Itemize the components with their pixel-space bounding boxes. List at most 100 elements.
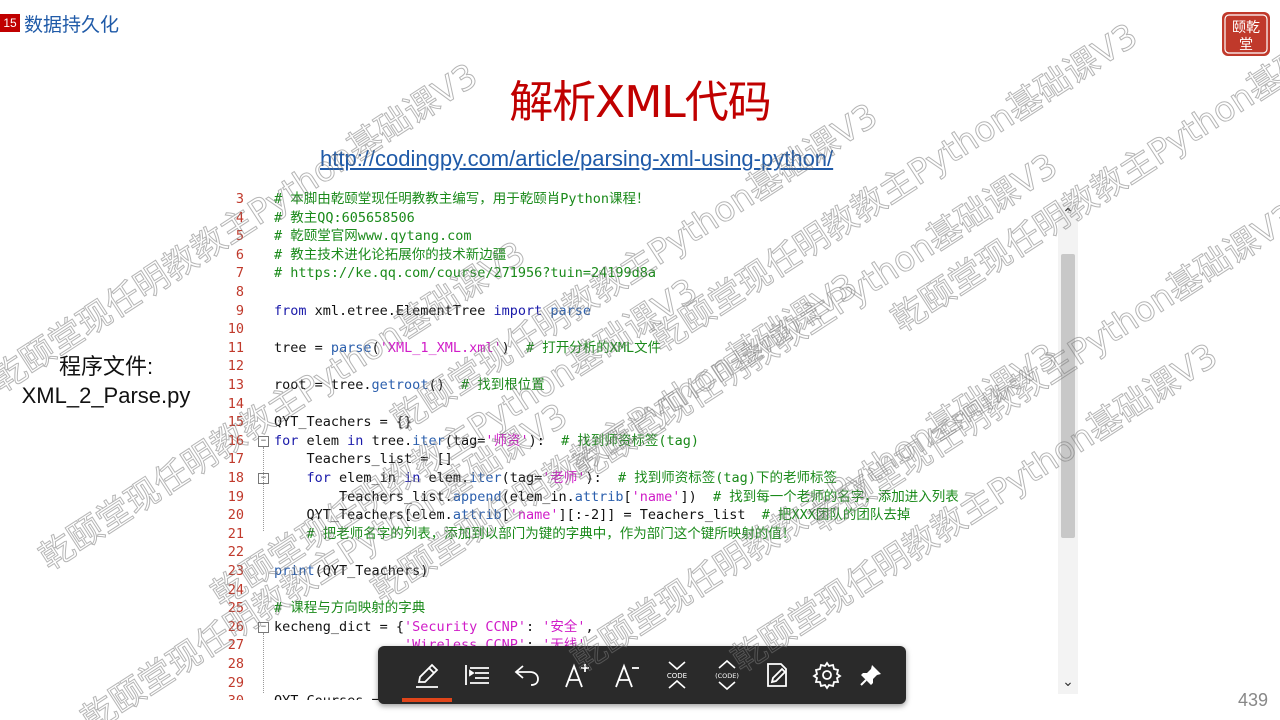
scroll-thumb[interactable] [1061, 254, 1075, 538]
code-token: for [306, 470, 331, 486]
notes-button[interactable] [752, 646, 802, 704]
font-decrease-icon [615, 663, 639, 688]
code-line[interactable]: 17 Teachers_list = [] [218, 450, 1078, 469]
code-token: iter [469, 470, 502, 486]
line-number: 3 [235, 191, 244, 207]
font-increase-button[interactable] [552, 646, 602, 704]
line-number: 10 [227, 321, 244, 338]
font-increase-icon [565, 663, 589, 688]
code-line[interactable]: 26 − kecheng_dict = {'Security CCNP': '安全'… [218, 618, 1078, 637]
editor-scrollbar[interactable]: ⌃ ⌄ [1058, 202, 1078, 694]
code-line[interactable]: 5 # 乾颐堂官网www.qytang.com [218, 227, 1078, 246]
scroll-up-icon[interactable]: ⌃ [1058, 204, 1078, 224]
pencil-icon [416, 663, 439, 688]
code-line[interactable]: 10 [218, 320, 1078, 339]
code-token: attrib [452, 507, 502, 524]
code-text: from xml.etree.ElementTree import parse [274, 302, 591, 321]
expand-code-icon: (CODE) [715, 659, 739, 691]
code-line[interactable]: 12 [218, 357, 1078, 376]
collapse-code-button[interactable]: CODE [652, 646, 702, 704]
settings-button[interactable] [802, 646, 852, 704]
code-token: '师资' [485, 432, 529, 449]
code-token: iter [412, 432, 445, 449]
code-line[interactable]: 21 # 把老师名字的列表，添加到以部门为键的字典中，作为部门这个键所映射的值！ [218, 525, 1078, 544]
code-token: ) [501, 339, 526, 356]
code-token: # 乾颐堂官网www.qytang.com [274, 228, 472, 245]
code-token: : [525, 618, 543, 635]
code-line[interactable]: 4 # 教主QQ:605658506 [218, 209, 1078, 228]
article-url-link[interactable]: http://codingpy.com/article/parsing-xml-… [320, 146, 833, 172]
code-text: QYT_Teachers = {} [274, 413, 412, 432]
code-token: elem_in [330, 470, 405, 486]
code-text: root = tree.getroot() # 找到根位置 [274, 376, 545, 395]
program-file-name: XML_2_Parse.py [21, 383, 191, 408]
code-line[interactable]: 13 root = tree.getroot() # 找到根位置 [218, 376, 1078, 395]
code-line[interactable]: 24 [218, 581, 1078, 600]
code-token: # 本脚由乾颐堂现任明教教主编写，用于乾颐肖Python课程！ [274, 191, 650, 207]
code-line[interactable]: 22 [218, 543, 1078, 562]
code-text: Teachers_list.append(elem_in.attrib['nam… [274, 488, 959, 507]
code-line[interactable]: 20 QYT_Teachers[elem.attrib['name'][:-2]… [218, 506, 1078, 525]
code-token: # 课程与方向映射的字典 [274, 600, 426, 617]
line-number: 7 [235, 265, 244, 282]
code-token: ][:-2]] = Teachers_list [558, 507, 762, 524]
code-token: ]) [680, 488, 713, 505]
list-indent-icon [465, 665, 489, 685]
font-decrease-button[interactable] [602, 646, 652, 704]
line-number: 18 [227, 470, 244, 486]
code-token: '老师' [542, 470, 586, 486]
code-editor[interactable]: 3 # 本脚由乾颐堂现任明教教主编写，用于乾颐肖Python课程！ 4 # 教主QQ:… [218, 188, 1078, 700]
code-token: # 把XXX团队的团队去掉 [761, 507, 911, 524]
code-token: parse [542, 302, 592, 319]
fold-toggle-icon[interactable]: − [258, 473, 269, 484]
scroll-down-icon[interactable]: ⌄ [1058, 672, 1078, 692]
code-line[interactable]: 23 print(QYT_Teachers) [218, 562, 1078, 581]
code-token: kecheng_dict = { [274, 618, 405, 635]
line-number: 19 [227, 488, 244, 505]
code-text: for elem in tree.iter(tag='师资'): # 找到师资标… [274, 432, 699, 451]
code-line[interactable]: 18 − for elem_in in elem.iter(tag='老师'): … [218, 469, 1078, 488]
line-number: 6 [235, 246, 244, 263]
line-number: 17 [227, 451, 244, 468]
code-token: (elem_in. [501, 488, 575, 505]
code-token: # 找到根位置 [460, 377, 545, 393]
code-token: # 教主QQ:605658506 [274, 209, 415, 226]
code-text: QYT_Teachers[elem.attrib['name'][:-2]] =… [274, 506, 911, 525]
code-token: 'name' [509, 507, 559, 524]
code-line[interactable]: 3 # 本脚由乾颐堂现任明教教主编写，用于乾颐肖Python课程！ [218, 190, 1078, 209]
undo-button[interactable] [502, 646, 552, 704]
line-number: 20 [227, 507, 244, 524]
fold-toggle-icon[interactable]: − [258, 435, 269, 447]
program-file-label: 程序文件: XML_2_Parse.py [0, 352, 212, 410]
svg-text:颐乾: 颐乾 [1232, 20, 1260, 36]
code-line[interactable]: 11 tree = parse('XML_1_XML.xml') # 打开分析的X… [218, 339, 1078, 358]
code-token: from [274, 302, 307, 319]
code-line[interactable]: 7 # https://ke.qq.com/course/271956?tuin=… [218, 264, 1078, 283]
line-number: 23 [227, 563, 244, 579]
code-token: # 打开分析的XML文件 [526, 339, 662, 356]
code-token: (QYT_Teachers) [314, 563, 429, 579]
program-file-caption: 程序文件: [58, 354, 154, 379]
code-line[interactable]: 15 QYT_Teachers = {} [218, 413, 1078, 432]
fold-toggle-icon[interactable]: − [258, 621, 269, 633]
code-token: ): [585, 470, 619, 486]
pin-icon [860, 665, 881, 686]
line-number: 4 [235, 209, 244, 226]
line-number: 12 [227, 358, 244, 375]
svg-text:堂: 堂 [1239, 37, 1253, 53]
code-line[interactable]: 16 − for elem in tree.iter(tag='师资'): # 找到… [218, 432, 1078, 451]
code-token: # 教主技术进化论拓展你的技术新边疆 [274, 246, 507, 263]
code-line[interactable]: 9 from xml.etree.ElementTree import parse [218, 302, 1078, 321]
code-line[interactable]: 14 [218, 395, 1078, 414]
code-line[interactable]: 19 Teachers_list.append(elem_in.attrib['… [218, 488, 1078, 507]
section-title: 数据持久化 [24, 14, 120, 36]
pen-tool-button[interactable] [402, 646, 452, 704]
code-line[interactable]: 25 # 课程与方向映射的字典 [218, 599, 1078, 618]
pin-button[interactable] [846, 646, 896, 704]
code-line[interactable]: 8 [218, 283, 1078, 302]
line-number: 26 [227, 618, 244, 635]
outline-button[interactable] [452, 646, 502, 704]
code-line[interactable]: 6 # 教主技术进化论拓展你的技术新边疆 [218, 246, 1078, 265]
svg-text:CODE: CODE [667, 672, 687, 680]
expand-code-button[interactable]: (CODE) [702, 646, 752, 704]
